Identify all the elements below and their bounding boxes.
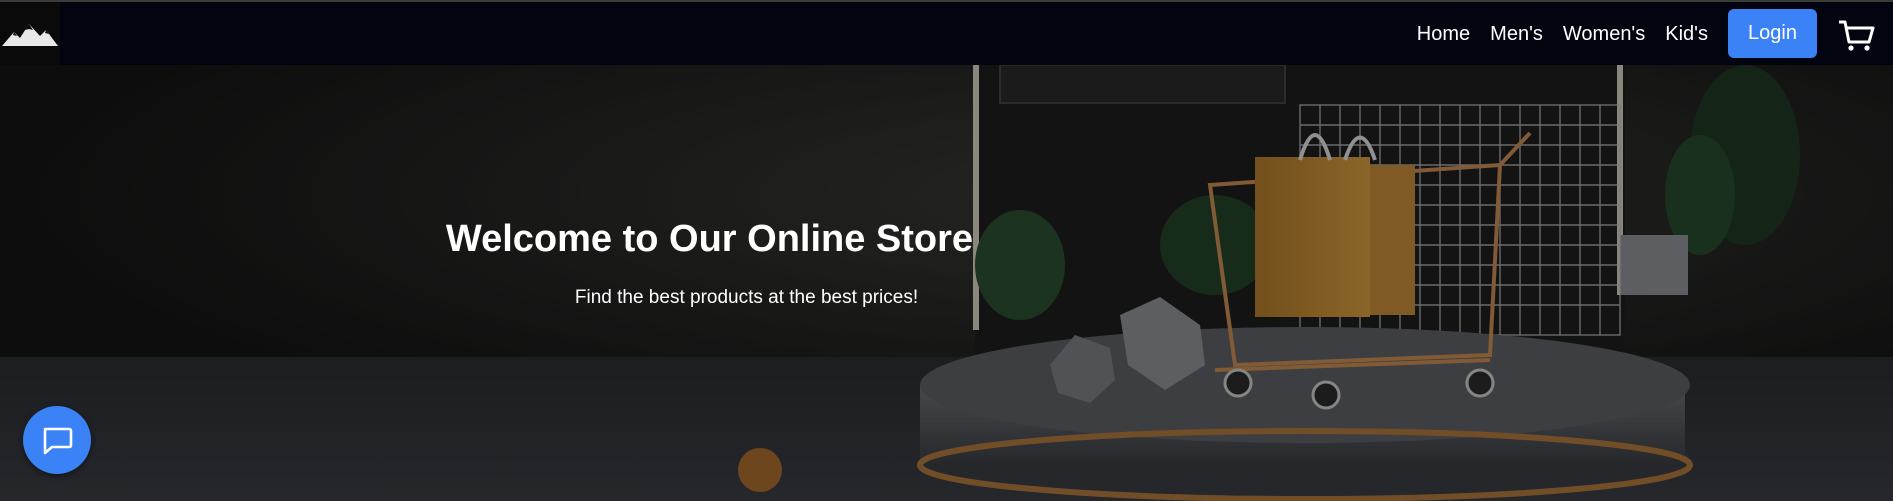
navbar: Home Men's Women's Kid's Login [0,0,1893,65]
page: Home Men's Women's Kid's Login Welcome t… [0,0,1893,501]
nav-link-mens[interactable]: Men's [1490,24,1543,44]
nav-link-home[interactable]: Home [1417,24,1470,44]
chat-bubble-icon [43,427,73,455]
hero-overlay [0,65,1893,501]
cart-icon[interactable] [1837,14,1877,54]
hero-banner: Welcome to Our Online Store Find the bes… [0,65,1893,501]
nav-link-womens[interactable]: Women's [1563,24,1645,44]
chat-button[interactable] [23,406,91,474]
hero-subtitle: Find the best products at the best price… [574,287,919,308]
nav-links: Home Men's Women's Kid's Login [1417,9,1875,58]
login-button[interactable]: Login [1728,9,1817,58]
mountain-logo-icon [2,23,58,46]
nav-link-kids[interactable]: Kid's [1665,24,1708,44]
hero-title: Welcome to Our Online Store [445,218,974,260]
site-logo[interactable] [0,2,60,65]
